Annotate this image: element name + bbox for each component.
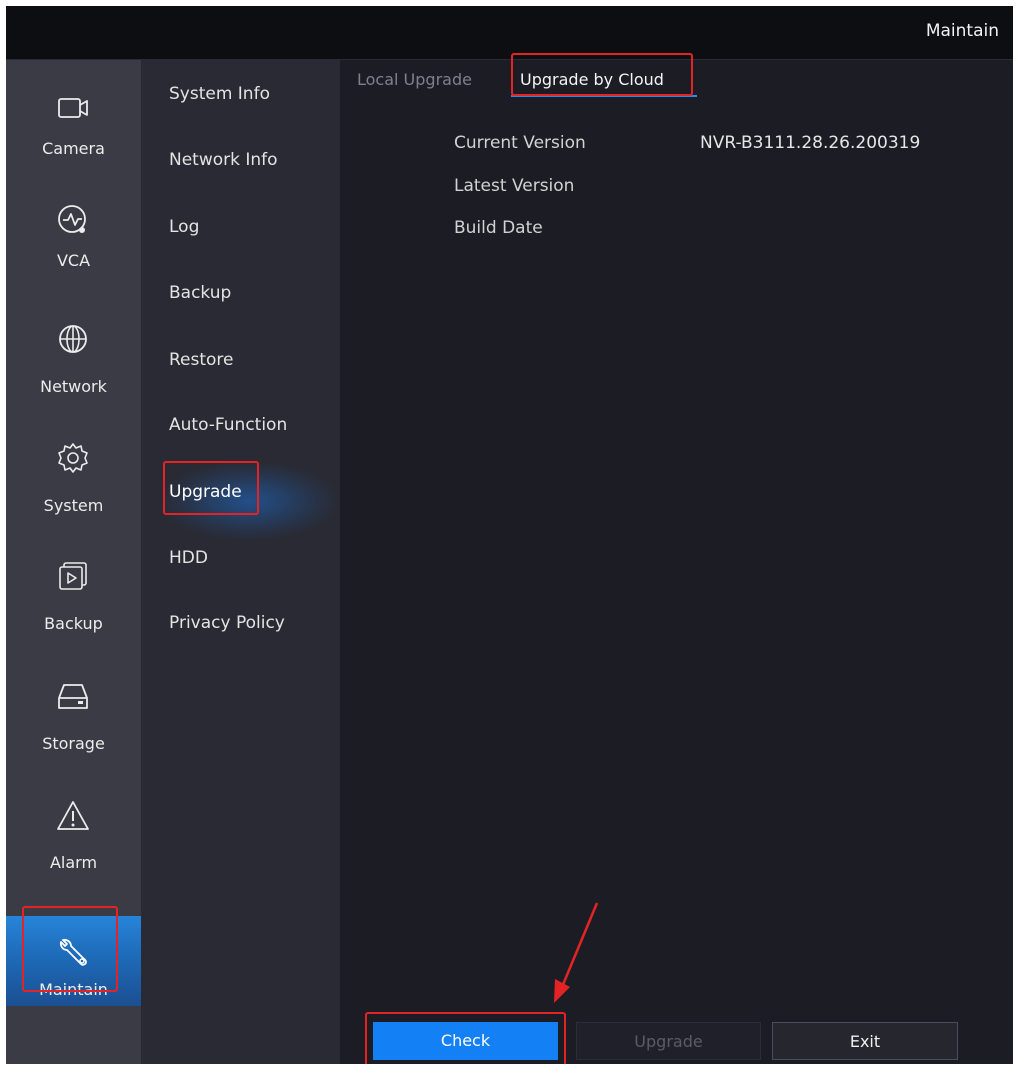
nav-item-label: System (43, 496, 104, 515)
nvr-screen: Maintain Camera VCA Network System Backu… (6, 6, 1013, 1064)
current-version-label: Current Version (454, 133, 586, 153)
backup-play-icon (55, 558, 91, 594)
nav-item-alarm[interactable]: Alarm (6, 768, 141, 886)
exit-button[interactable]: Exit (772, 1022, 958, 1060)
page-title: Maintain (925, 21, 999, 41)
annotation-arrow-icon (554, 902, 599, 1003)
nav-item-camera[interactable]: Camera (6, 60, 141, 178)
latest-version-label: Latest Version (454, 176, 575, 196)
build-date-label: Build Date (454, 218, 543, 238)
submenu-item-system-info[interactable]: System Info (169, 84, 270, 104)
gear-icon (55, 440, 91, 476)
nav-item-label: Alarm (49, 853, 98, 872)
camera-icon (55, 90, 91, 126)
submenu-item-hdd[interactable]: HDD (169, 548, 208, 568)
tab-upgrade-by-cloud[interactable]: Upgrade by Cloud (520, 70, 664, 89)
check-button[interactable]: Check (373, 1022, 558, 1060)
tab-local-upgrade[interactable]: Local Upgrade (357, 70, 472, 89)
wrench-icon (55, 934, 91, 970)
vca-icon (55, 202, 91, 238)
active-tab-indicator (511, 95, 697, 97)
submenu-item-upgrade[interactable]: Upgrade (169, 482, 242, 502)
nav-item-backup[interactable]: Backup (6, 532, 141, 650)
hdd-icon (55, 678, 91, 714)
submenu-item-log[interactable]: Log (169, 217, 199, 237)
submenu-item-restore[interactable]: Restore (169, 350, 234, 370)
top-bar: Maintain (6, 6, 1013, 60)
nav-item-network[interactable]: Network (6, 296, 141, 414)
nav-item-label: Camera (42, 139, 105, 158)
nav-item-label: VCA (56, 251, 91, 270)
nav-item-system[interactable]: System (6, 414, 141, 532)
submenu-item-backup[interactable]: Backup (169, 283, 231, 303)
upgrade-panel: Local Upgrade Upgrade by Cloud Current V… (340, 60, 1013, 1064)
upgrade-button[interactable]: Upgrade (576, 1022, 761, 1060)
nav-item-storage[interactable]: Storage (6, 650, 141, 768)
maintain-submenu: System Info Network Info Log Backup Rest… (141, 60, 340, 1064)
submenu-item-network-info[interactable]: Network Info (169, 150, 278, 170)
globe-icon (55, 321, 91, 357)
nav-item-label: Backup (44, 614, 103, 633)
nav-item-maintain[interactable]: Maintain (6, 916, 141, 1006)
submenu-item-auto-function[interactable]: Auto-Function (169, 415, 287, 435)
nav-item-label: Storage (42, 734, 105, 753)
nav-item-label: Network (40, 377, 107, 396)
main-nav: Camera VCA Network System Backup Storage… (6, 60, 141, 1064)
warning-icon (55, 798, 91, 834)
submenu-item-privacy-policy[interactable]: Privacy Policy (169, 613, 285, 633)
nav-item-label: Maintain (39, 980, 108, 999)
current-version-value: NVR-B3111.28.26.200319 (700, 133, 921, 153)
nav-item-vca[interactable]: VCA (6, 178, 141, 296)
